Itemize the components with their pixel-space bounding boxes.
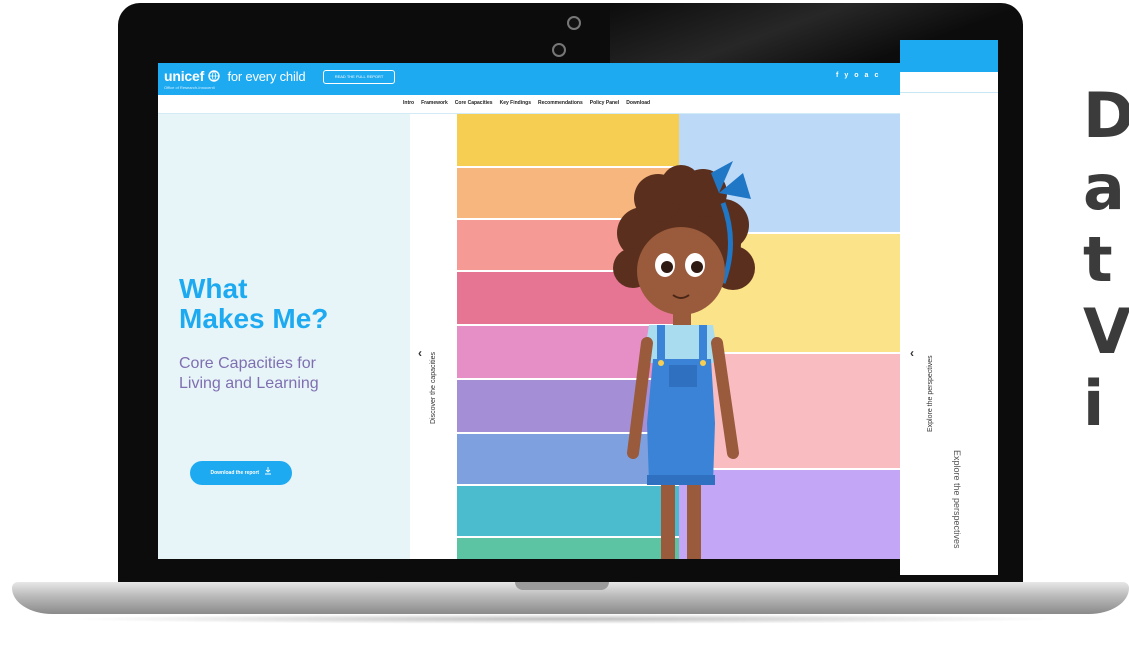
site-header: unicef for every child Office of Researc… (158, 63, 900, 95)
logo-tagline: for every child (227, 69, 306, 84)
camera-icon (567, 16, 581, 30)
discover-capacities-label: Discover the capacities (430, 352, 437, 424)
nav-item-core-capacities[interactable]: Core Capacities (455, 100, 493, 106)
chevron-left-icon[interactable]: ‹ (418, 346, 422, 360)
side-text-line: i (1083, 367, 1105, 440)
soundcloud-icon[interactable]: c (874, 72, 878, 79)
background-window-header (900, 40, 998, 72)
camera-icon (552, 43, 566, 57)
background-window-divider (900, 92, 998, 93)
laptop-hinge-notch (515, 582, 609, 590)
nav-item-recommendations[interactable]: Recommendations (538, 100, 583, 106)
background-window-label: Explore the perspectives (952, 450, 962, 549)
download-report-button[interactable]: Download the report (190, 461, 292, 485)
nav-item-intro[interactable]: Intro (403, 100, 414, 106)
twitter-icon[interactable]: y (844, 72, 848, 79)
hero-subtitle: Core Capacities for Living and Learning (179, 354, 319, 394)
youtube-icon[interactable]: a (865, 72, 869, 79)
hero-subtitle-line: Living and Learning (179, 375, 319, 392)
hero-subtitle-line: Core Capacities for (179, 355, 316, 372)
main-navigation: Intro Framework Core Capacities Key Find… (158, 95, 900, 114)
laptop-screen: unicef for every child Office of Researc… (158, 63, 900, 559)
logo-text: unicef (164, 68, 205, 84)
laptop-mockup-scene: D a t V i Explore the perspectives unice… (0, 0, 1129, 645)
child-illustration (613, 161, 755, 559)
nav-item-framework[interactable]: Framework (421, 100, 448, 106)
social-links: f y o a c (836, 72, 878, 79)
side-text-line: D (1083, 79, 1129, 152)
hero-section: What Makes Me? Core Capacities for Livin… (158, 114, 410, 559)
nav-item-policy-panel[interactable]: Policy Panel (590, 100, 619, 106)
hero-title: What Makes Me? (179, 274, 328, 334)
read-report-button[interactable]: READ THE FULL REPORT (323, 70, 395, 84)
nav-item-download[interactable]: Download (626, 100, 650, 106)
discover-capacities-panel[interactable]: ‹ Discover the capacities (410, 114, 456, 559)
nav-item-key-findings[interactable]: Key Findings (500, 100, 531, 106)
download-icon (264, 467, 271, 475)
hero-title-line: What (179, 273, 248, 304)
chevron-left-icon[interactable]: ‹ (910, 346, 914, 360)
globe-icon (208, 70, 220, 82)
side-heading-text: D a t V i (1083, 80, 1129, 440)
explore-perspectives-label: Explore the perspectives (927, 355, 934, 432)
side-text-line: a (1083, 151, 1125, 224)
side-text-line: V (1083, 295, 1129, 368)
download-button-label: Download the report (210, 470, 260, 476)
hero-title-line: Makes Me? (179, 303, 329, 334)
instagram-icon[interactable]: o (854, 72, 858, 79)
side-text-line: t (1083, 223, 1113, 296)
unicef-logo[interactable]: unicef for every child (164, 68, 306, 84)
background-browser-window: Explore the perspectives (900, 40, 998, 575)
facebook-icon[interactable]: f (836, 72, 838, 79)
logo-subtitle: Office of Research-Innocenti (164, 85, 215, 90)
laptop-shadow (60, 614, 1070, 624)
